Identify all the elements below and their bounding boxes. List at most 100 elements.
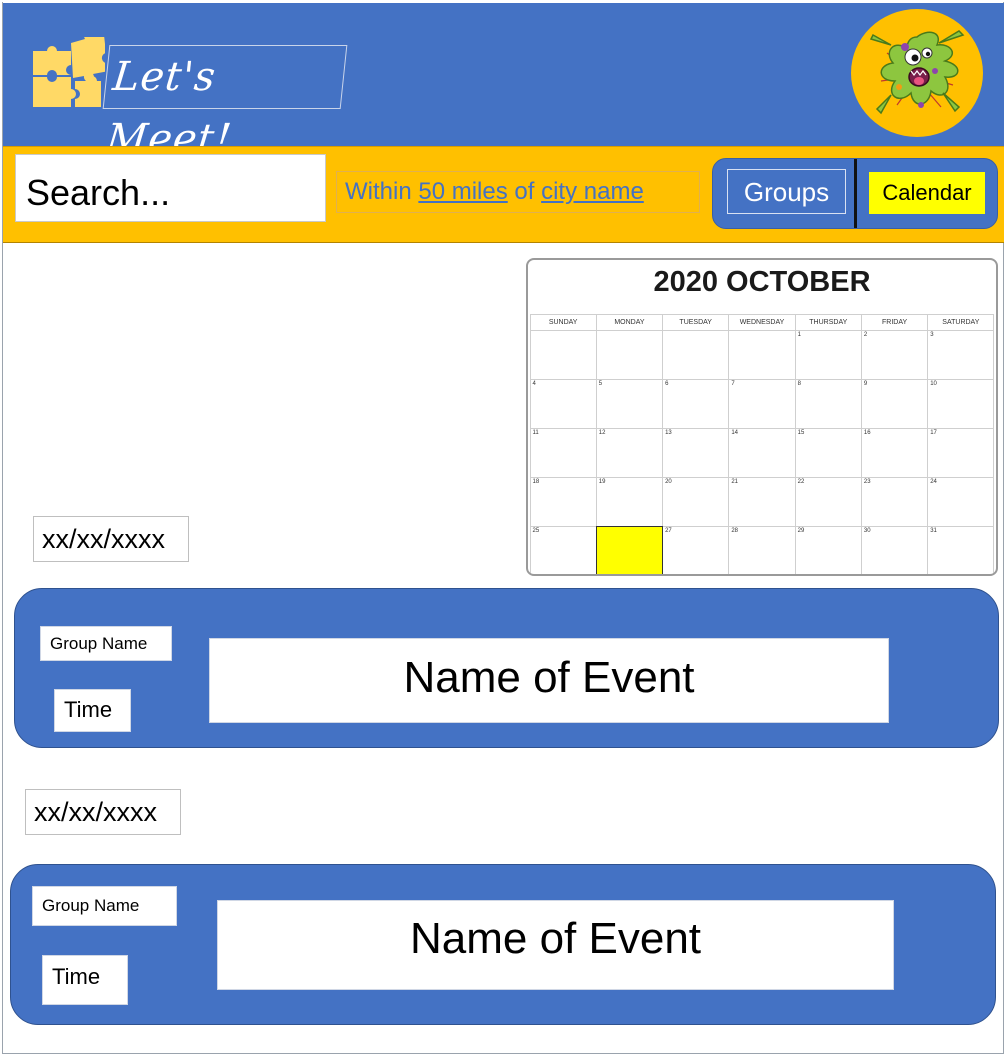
day-number: 5	[598, 380, 603, 387]
day-number: 10	[930, 380, 937, 387]
day-number: 18	[532, 479, 540, 486]
calendar-day-cell[interactable]: 29	[794, 526, 862, 574]
day-number: 4	[532, 380, 536, 387]
distance-link[interactable]: 50 miles	[418, 178, 507, 205]
day-number: 15	[797, 429, 805, 436]
day-number: 30	[863, 528, 871, 535]
day-number: 16	[863, 429, 871, 436]
calendar-day-cell[interactable]	[529, 329, 597, 380]
calendar-day-cell[interactable]: 10	[927, 378, 995, 429]
day-number: 19	[598, 479, 606, 486]
day-number: 2	[863, 331, 868, 338]
calendar-day-cell[interactable]: 20	[662, 477, 730, 528]
calendar-day-cell[interactable]: 19	[595, 477, 664, 528]
day-number: 6	[665, 380, 669, 387]
calendar-day-cell[interactable]: 5	[595, 378, 664, 429]
brand-title[interactable]: Let's Meet!	[102, 45, 348, 162]
calendar-day-cell[interactable]: 28	[728, 526, 796, 574]
calendar-day-cell[interactable]: 23	[860, 477, 929, 528]
event-date: xx/xx/xxxx	[25, 789, 181, 835]
day-number: 9	[863, 380, 868, 387]
calendar-day-cell[interactable]: 31	[927, 526, 995, 574]
day-number: 13	[665, 429, 672, 436]
group-name-label[interactable]: Group Name	[32, 886, 177, 926]
day-number: 3	[930, 331, 934, 338]
calendar-day-cell[interactable]: 24	[927, 477, 995, 528]
day-number: 7	[731, 380, 735, 387]
calendar-day-cell[interactable]: 9	[860, 378, 929, 429]
calendar-day-cell[interactable]: 7	[728, 378, 796, 429]
calendar-day-cell[interactable]: 2	[860, 329, 929, 380]
calendar-day-cell[interactable]: 3	[927, 329, 995, 380]
nav-divider	[854, 159, 857, 228]
event-name[interactable]: Name of Event	[209, 638, 889, 723]
weekday-header: THURSDAY	[794, 313, 862, 331]
calendar-day-cell[interactable]: 12	[595, 427, 664, 479]
calendar-title: 2020 OCTOBER	[653, 266, 871, 298]
day-number: 24	[930, 479, 937, 486]
day-number: 14	[731, 429, 739, 436]
calendar-day-cell[interactable]: 8	[794, 378, 862, 429]
calendar-day-cell[interactable]: 15	[794, 427, 862, 479]
weekday-header: MONDAY	[595, 313, 664, 331]
calendar-day-cell[interactable]: 18	[529, 477, 597, 528]
weekday-header: WEDNESDAY	[728, 313, 796, 331]
weekday-header: SATURDAY	[927, 313, 995, 331]
day-number: 1	[797, 331, 801, 338]
day-number: 12	[598, 429, 606, 436]
calendar-day-cell[interactable]	[728, 329, 796, 380]
month-calendar: 2020 OCTOBER SUNDAY MONDAY TUESDAY WEDNESDA…	[526, 258, 998, 576]
day-number: 25	[532, 528, 540, 535]
location-prefix: Within	[345, 178, 419, 205]
calendar-day-cell[interactable]	[595, 329, 664, 380]
calendar-day-cell[interactable]: 16	[860, 427, 929, 479]
day-number: 28	[731, 528, 739, 535]
day-number: 11	[532, 429, 539, 436]
event-name[interactable]: Name of Event	[217, 900, 894, 990]
calendar-day-cell[interactable]: 21	[728, 477, 796, 528]
germ-monster-avatar[interactable]	[851, 9, 983, 137]
day-number: 31	[930, 528, 937, 535]
calendar-day-cell[interactable]: 17	[927, 427, 995, 479]
groups-tab[interactable]: Groups	[727, 169, 846, 214]
calendar-day-cell[interactable]: 6	[662, 378, 730, 429]
weekday-header: TUESDAY	[662, 313, 730, 331]
location-middle: of	[507, 178, 542, 205]
time-label: Time	[42, 955, 128, 1005]
calendar-tab[interactable]: Calendar	[869, 172, 985, 214]
puzzle-pieces-icon[interactable]	[31, 37, 105, 109]
calendar-day-cell[interactable]: 25	[529, 526, 597, 574]
calendar-day-cell[interactable]: 27	[662, 526, 730, 574]
location-filter: Within 50 miles of city name	[336, 171, 700, 213]
day-number: 23	[863, 479, 871, 486]
calendar-day-cell[interactable]: 4	[529, 378, 597, 429]
city-link[interactable]: city name	[541, 178, 644, 205]
day-number: 8	[797, 380, 801, 387]
search-bar: Within 50 miles of city name Groups Cale…	[3, 146, 1004, 243]
group-name-label[interactable]: Group Name	[40, 626, 172, 661]
event-card[interactable]: Group Name Time Name of Event	[14, 588, 999, 748]
nav-tabs: Groups Calendar	[712, 158, 998, 229]
event-date: xx/xx/xxxx	[33, 516, 189, 562]
calendar-grid: SUNDAY MONDAY TUESDAY WEDNESDAY THURSDAY FRID…	[529, 313, 995, 574]
calendar-day-cell[interactable]: 13	[662, 427, 730, 479]
app-header: Let's Meet!	[3, 3, 1004, 162]
calendar-day-cell[interactable]: 1	[794, 329, 862, 380]
calendar-day-cell[interactable]	[662, 329, 730, 380]
day-number: 27	[665, 528, 672, 535]
calendar-day-cell[interactable]: 14	[728, 427, 796, 479]
day-number: 17	[930, 429, 937, 436]
day-number: 20	[665, 479, 672, 486]
weekday-header: FRIDAY	[860, 313, 929, 331]
day-number: 29	[797, 528, 805, 535]
calendar-day-cell[interactable]: 11	[529, 427, 597, 479]
selected-day-cell[interactable]	[595, 526, 664, 574]
search-input[interactable]	[15, 154, 326, 222]
weekday-header: SUNDAY	[529, 313, 597, 331]
event-card[interactable]: Group Name Time Name of Event	[10, 864, 996, 1025]
time-label: Time	[54, 689, 131, 732]
calendar-day-cell[interactable]: 30	[860, 526, 929, 574]
day-number: 21	[731, 479, 739, 486]
calendar-day-cell[interactable]: 22	[794, 477, 862, 528]
day-number: 22	[797, 479, 805, 486]
